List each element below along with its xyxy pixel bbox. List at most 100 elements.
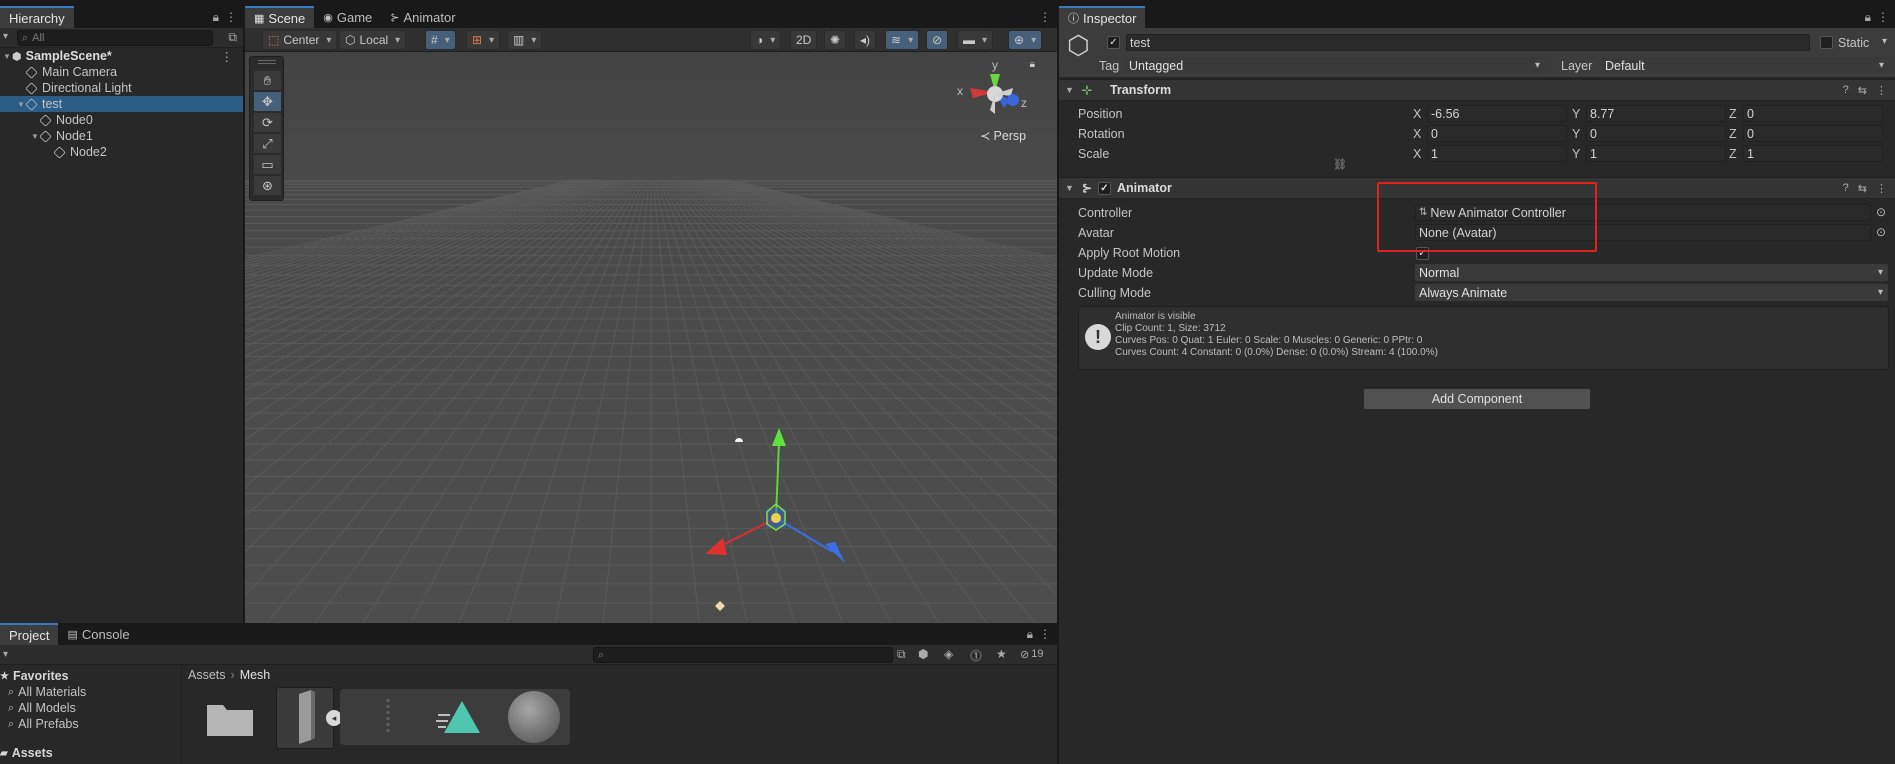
update-mode-dropdown[interactable]: Normal [1415,264,1888,281]
help-icon[interactable]: ? [1843,182,1849,195]
breadcrumb-assets[interactable]: Assets [188,668,226,682]
favorites-folder[interactable]: ★ Favorites [0,668,181,684]
tab-hierarchy[interactable]: Hierarchy [0,6,74,28]
active-checkbox[interactable]: ✓ [1107,36,1120,49]
camera-gizmo[interactable] [715,601,725,611]
move-tool-button[interactable]: ✥ [254,92,281,111]
directional-light-gizmo[interactable] [735,438,743,442]
asset-material-item[interactable] [508,691,560,743]
hierarchy-item[interactable]: Main Camera [0,64,243,80]
rotate-tool-button[interactable]: ⟳ [254,113,281,132]
tab-console[interactable]: ▤ Console [58,623,138,645]
hierarchy-item[interactable]: Node2 [0,144,243,160]
transform-scale-x-input[interactable]: 1 [1427,145,1567,162]
lock-icon[interactable]: 🔒︎ [1027,627,1033,642]
perspective-toggle[interactable]: ≺ Persp [980,128,1026,144]
filter-type-icon[interactable]: ⬢ [918,647,928,661]
gizmos-dropdown[interactable]: ⊕ [1008,30,1043,50]
hierarchy-item[interactable]: ▼ test [0,96,243,112]
hand-tool-button[interactable]: ✋︎ [254,71,281,90]
static-dropdown-icon[interactable]: ▾ [1882,36,1887,47]
increment-snap-dropdown[interactable]: ▥ [507,30,543,50]
kebab-menu-icon[interactable]: ⋮ [1039,627,1051,641]
kebab-menu-icon[interactable]: ⋮ [1876,182,1887,195]
pivot-mode-dropdown[interactable]: ⬚ Center [262,30,338,50]
search-by-type-icon[interactable]: ⧉ [897,647,906,662]
presets-icon[interactable]: ⇆ [1858,182,1867,195]
breadcrumb-mesh[interactable]: Mesh [240,668,271,682]
layer-dropdown[interactable]: Default [1601,57,1889,74]
orientation-gizmo[interactable]: y x z 🔒︎ [955,58,1035,132]
search-options-icon[interactable]: ⧉ [228,30,237,45]
transform-rotation-y-input[interactable]: 0 [1586,125,1726,142]
move-gizmo[interactable] [705,428,845,563]
project-search-input[interactable]: ⌕ [593,647,893,663]
hierarchy-item[interactable]: ▼ ⬢ SampleScene* ⋮ [0,48,243,64]
object-name-input[interactable]: test [1126,34,1810,51]
lock-icon[interactable]: 🔒︎ [213,10,219,25]
snap-increment-dropdown[interactable]: ⊞ [466,30,501,50]
effects-dropdown[interactable]: ≋ [885,30,920,50]
tab-game[interactable]: ◉ Game [314,6,381,28]
kebab-menu-icon[interactable]: ⋮ [1876,84,1887,97]
hierarchy-item[interactable]: Directional Light [0,80,243,96]
transform-position-x-input[interactable]: -6.56 [1427,105,1567,122]
hidden-packages-toggle[interactable]: ⊘ 19 [1020,648,1043,661]
asset-folder-item[interactable] [205,697,255,742]
asset-mesh-item[interactable]: ◂ [276,687,342,749]
asset-animation-item[interactable] [436,695,486,739]
lighting-toggle[interactable]: ✺ [824,30,847,50]
favorite-item[interactable]: ⌕ All Models [0,700,182,716]
presets-icon[interactable]: ⇆ [1858,84,1867,97]
tab-scene[interactable]: ▦ Scene [245,6,315,28]
draw-mode-dropdown[interactable]: ◑ [750,30,782,50]
hierarchy-item[interactable]: Node0 [0,112,243,128]
label-filter-icon[interactable]: ◈ [944,647,953,661]
tag-dropdown[interactable]: Untagged [1125,57,1545,74]
scene-viewport[interactable]: ✋︎ ✥ ⟳ ⤢ ▭ ⊛ y x z 🔒︎ ≺ Persp [245,52,1057,623]
foldout-arrow-icon[interactable]: ▼ [1065,85,1074,95]
assets-folder[interactable]: ▰ Assets [0,745,181,761]
favorite-star-icon[interactable]: ★ [996,647,1007,661]
grid-snap-toggle[interactable]: # [425,30,456,50]
transform-position-y-input[interactable]: 8.77 [1586,105,1726,122]
static-checkbox[interactable] [1820,36,1833,49]
animator-enabled-checkbox[interactable]: ✓ [1097,181,1111,195]
camera-dropdown[interactable]: ▬ [957,30,994,50]
warning-filter-icon[interactable]: ⓵ [970,647,982,664]
favorite-item[interactable]: ⌕ All Prefabs [0,716,182,732]
kebab-menu-icon[interactable]: ⋮ [225,10,237,24]
avatar-picker-icon[interactable]: ⊙ [1876,225,1886,239]
tab-inspector[interactable]: ⓘ Inspector [1059,6,1146,28]
kebab-menu-icon[interactable]: ⋮ [221,49,234,64]
scene-visibility-toggle[interactable]: ⊘ [926,30,949,50]
hierarchy-search-input[interactable]: ⌕ All [17,30,213,46]
transform-header[interactable]: ▼ ⊹ Transform ? ⇆ ⋮ [1059,79,1895,101]
lock-icon[interactable]: 🔒︎ [1865,10,1871,25]
scale-tool-button[interactable]: ⤢ [254,134,281,153]
constrain-proportions-icon[interactable]: ⛓ [1333,158,1347,171]
foldout-arrow-icon[interactable]: ▼ [1065,183,1074,193]
pivot-rotation-dropdown[interactable]: ⬡ Local [339,30,407,50]
asset-bone-item[interactable] [368,695,408,739]
help-icon[interactable]: ? [1843,84,1849,97]
transform-tool-button[interactable]: ⊛ [254,176,281,195]
kebab-menu-icon[interactable]: ⋮ [1039,10,1051,24]
transform-scale-z-input[interactable]: 1 [1743,145,1883,162]
transform-position-z-input[interactable]: 0 [1743,105,1883,122]
rect-tool-button[interactable]: ▭ [254,155,281,174]
toggle-2d-button[interactable]: 2D [790,30,818,50]
create-dropdown-icon[interactable]: ▾ [3,31,8,42]
palette-handle[interactable] [258,60,276,64]
gizmo-lock-icon[interactable]: 🔒︎ [1030,59,1035,70]
add-component-button[interactable]: Add Component [1363,388,1591,410]
culling-mode-dropdown[interactable]: Always Animate [1415,284,1888,301]
tab-animator[interactable]: ⊱ Animator [381,6,464,28]
transform-rotation-z-input[interactable]: 0 [1743,125,1883,142]
controller-picker-icon[interactable]: ⊙ [1876,205,1886,219]
tab-project[interactable]: Project [0,623,59,645]
hierarchy-item[interactable]: ▼ Node1 [0,128,243,144]
transform-rotation-x-input[interactable]: 0 [1427,125,1567,142]
foldout-expanded-icon[interactable]: ▼ [2,52,12,61]
favorite-item[interactable]: ⌕ All Materials [0,684,182,700]
